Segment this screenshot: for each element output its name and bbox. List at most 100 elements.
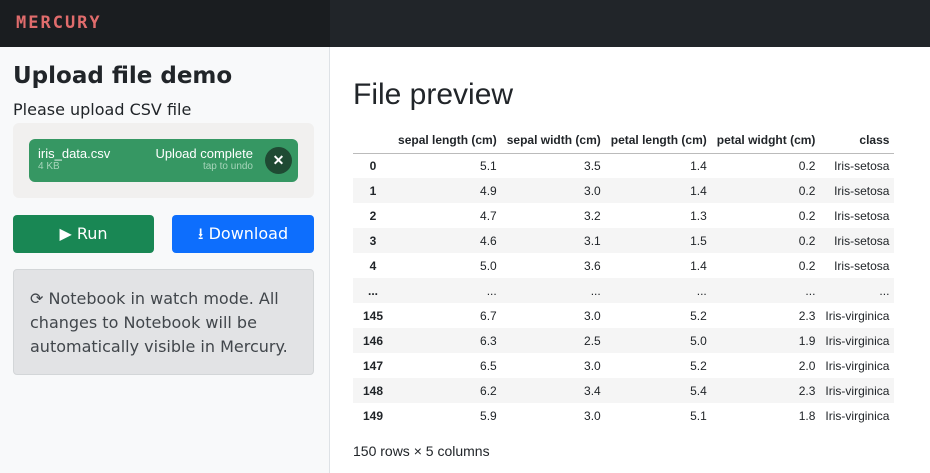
table-cell: 3.0 <box>584 183 601 198</box>
table-row: 149 5.9 3.0 5.1 1.8 Iris-virginica <box>353 403 894 428</box>
table-cell: 5.2 <box>690 358 707 373</box>
page-title: File preview <box>353 78 514 111</box>
download-button[interactable]: ⭳ Download <box>172 215 314 253</box>
play-icon: ▶ <box>59 224 72 243</box>
uploaded-file-item: iris_data.csv 4 KB Upload complete tap t… <box>29 139 298 182</box>
table-cell: 1.5 <box>690 233 707 248</box>
table-row: 147 6.5 3.0 5.2 2.0 Iris-virginica <box>353 353 894 378</box>
row-index: 145 <box>363 308 384 323</box>
navbar: MERCURY <box>0 0 930 47</box>
column-header: sepal width (cm) <box>501 128 606 154</box>
table-cell: 3.2 <box>584 208 601 223</box>
table-cell: Iris-setosa <box>834 208 890 223</box>
table-cell: 0.2 <box>798 183 816 198</box>
table-row: 4 5.0 3.6 1.4 0.2 Iris-setosa <box>353 253 894 278</box>
row-index: 146 <box>363 333 384 348</box>
table-row: 1 4.9 3.0 1.4 0.2 Iris-setosa <box>353 178 895 203</box>
table-cell: Iris-setosa <box>834 233 890 248</box>
table-cell: 3.5 <box>584 158 601 173</box>
table-cell: 6.5 <box>480 358 497 373</box>
table-cell: 0.2 <box>798 233 816 248</box>
table-cell: Iris-setosa <box>834 258 890 273</box>
upload-status: Upload complete <box>155 146 253 161</box>
table-cell: 4.9 <box>480 183 497 198</box>
row-index: 1 <box>369 183 377 198</box>
table-row: 0 5.1 3.5 1.4 0.2 Iris-setosa <box>353 153 894 178</box>
table-cell: 6.3 <box>480 333 497 348</box>
table-cell: 2.0 <box>798 358 816 373</box>
table-cell: Iris-virginica <box>825 358 890 373</box>
row-index: 147 <box>363 358 384 373</box>
column-header: petal widght (cm) <box>711 128 821 154</box>
table-cell: 5.1 <box>690 408 707 423</box>
column-header <box>353 128 394 154</box>
table-cell: 5.4 <box>690 383 707 398</box>
row-index: 148 <box>363 383 384 398</box>
table-cell: Iris-setosa <box>834 183 890 198</box>
row-index: 149 <box>363 408 384 423</box>
row-index: 2 <box>369 208 377 223</box>
table-row: .................. <box>353 278 895 303</box>
table-cell: 3.4 <box>584 383 601 398</box>
table-cell: ... <box>486 283 497 298</box>
table-row: 2 4.7 3.2 1.3 0.2 Iris-setosa <box>353 203 894 228</box>
row-index: 4 <box>369 258 377 273</box>
table-cell: ... <box>696 283 707 298</box>
data-preview-table: sepal length (cm) sepal width (cm) petal l… <box>353 128 895 428</box>
table-cell: 2.5 <box>584 333 601 348</box>
table-cell: 3.0 <box>584 408 601 423</box>
table-cell: 5.9 <box>480 408 497 423</box>
table-cell: 3.0 <box>584 308 601 323</box>
table-cell: ... <box>879 283 890 298</box>
remove-file-button[interactable]: ✕ <box>265 147 292 174</box>
alert-text: Notebook in watch mode. All changes to N… <box>30 289 288 356</box>
column-header: sepal length (cm) <box>393 128 502 154</box>
table-cell: 5.0 <box>480 258 497 273</box>
table-row: 3 4.6 3.1 1.5 0.2 Iris-setosa <box>353 228 895 253</box>
file-size: 4 KB <box>38 161 60 172</box>
column-header: class <box>820 128 895 154</box>
table-cell: 3.6 <box>584 258 601 273</box>
table-cell: 5.2 <box>690 308 707 323</box>
table-cell: 3.0 <box>584 358 601 373</box>
table-shape: 150 rows × 5 columns <box>353 443 490 459</box>
table-cell: ... <box>590 283 601 298</box>
row-index: ... <box>368 283 379 298</box>
table-row: 146 6.3 2.5 5.0 1.9 Iris-virginica <box>353 328 895 353</box>
refresh-icon: ⟳ <box>30 289 44 308</box>
mercury-logo[interactable]: MERCURY <box>16 13 102 33</box>
row-index: 3 <box>369 233 377 248</box>
table-cell: 1.3 <box>690 208 707 223</box>
column-header: petal length (cm) <box>605 128 712 154</box>
download-icon: ⭳ <box>197 224 204 243</box>
table-cell: Iris-setosa <box>834 158 890 173</box>
table-cell: 4.7 <box>480 208 497 223</box>
table-cell: Iris-virginica <box>825 408 890 423</box>
table-cell: 2.3 <box>798 308 816 323</box>
table-cell: Iris-virginica <box>825 383 890 398</box>
table-cell: 4.6 <box>480 233 497 248</box>
file-name: iris_data.csv <box>38 146 111 161</box>
table-cell: 3.1 <box>584 233 601 248</box>
row-index: 0 <box>369 158 377 173</box>
watch-mode-alert: ⟳ Notebook in watch mode. All changes to… <box>13 269 314 375</box>
table-cell: ... <box>805 283 816 298</box>
table-cell: 6.7 <box>480 308 497 323</box>
table-cell: Iris-virginica <box>825 333 890 348</box>
table-cell: 6.2 <box>480 383 497 398</box>
file-upload-area[interactable]: iris_data.csv 4 KB Upload complete tap t… <box>13 123 314 198</box>
table-cell: 1.9 <box>798 333 816 348</box>
table-cell: 5.1 <box>480 158 497 173</box>
table-cell: 2.3 <box>798 383 816 398</box>
table-cell: 1.4 <box>690 158 707 173</box>
close-icon: ✕ <box>272 152 285 168</box>
table-cell: 0.2 <box>798 258 816 273</box>
run-label: Run <box>76 224 108 243</box>
app-title: Upload file demo <box>13 63 233 89</box>
run-button[interactable]: ▶ Run <box>13 215 154 253</box>
table-cell: 0.2 <box>798 158 816 173</box>
table-cell: 0.2 <box>798 208 816 223</box>
table-row: 148 6.2 3.4 5.4 2.3 Iris-virginica <box>353 378 895 403</box>
upload-prompt: Please upload CSV file <box>13 100 192 119</box>
table-row: 145 6.7 3.0 5.2 2.3 Iris-virginica <box>353 303 894 328</box>
